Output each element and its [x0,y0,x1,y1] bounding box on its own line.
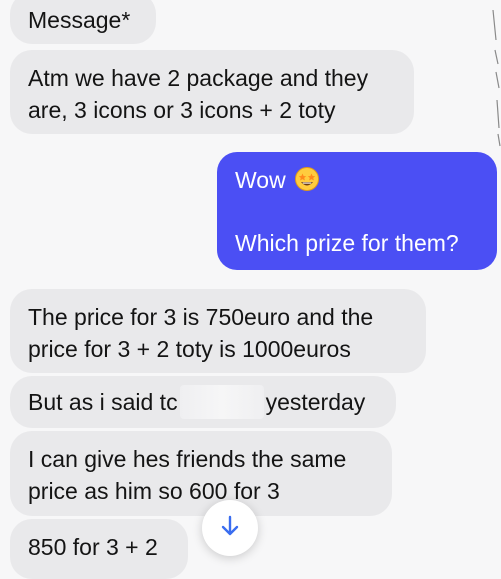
message-text: The price for 3 is 750euro and the price… [28,304,374,362]
message-bubble-incoming[interactable]: I can give hes friends the same price as… [10,431,392,516]
star-struck-emoji-icon [294,166,320,192]
arrow-down-icon [219,514,241,543]
message-text: 850 for 3 + 2 [28,534,158,560]
message-bubble-incoming[interactable]: But as i said tc yesterday [10,376,396,428]
message-text: Message* [28,7,131,33]
message-text: Which prize for them? [235,230,459,256]
message-text: I can give hes friends the same price as… [28,446,347,504]
message-text: Wow [235,167,286,193]
message-line: Wow [235,164,479,196]
screen-edge-artifact [487,0,501,150]
message-bubble-incoming[interactable]: 850 for 3 + 2 [10,519,188,579]
message-text: Atm we have 2 package and they are, 3 ic… [28,65,369,123]
message-text-after: yesterday [265,389,366,415]
message-bubble-incoming[interactable]: Message* [10,0,156,44]
message-bubble-incoming[interactable]: The price for 3 is 750euro and the price… [10,289,426,373]
scroll-to-bottom-button[interactable] [202,500,258,556]
message-text-before: But as i said tc [28,389,178,415]
message-bubble-incoming[interactable]: Atm we have 2 package and they are, 3 ic… [10,50,414,134]
message-bubble-outgoing[interactable]: Wow Which prize for them? [217,152,497,270]
chat-thread: Message* Atm we have 2 package and they … [0,0,501,579]
redaction-mask [179,384,264,419]
